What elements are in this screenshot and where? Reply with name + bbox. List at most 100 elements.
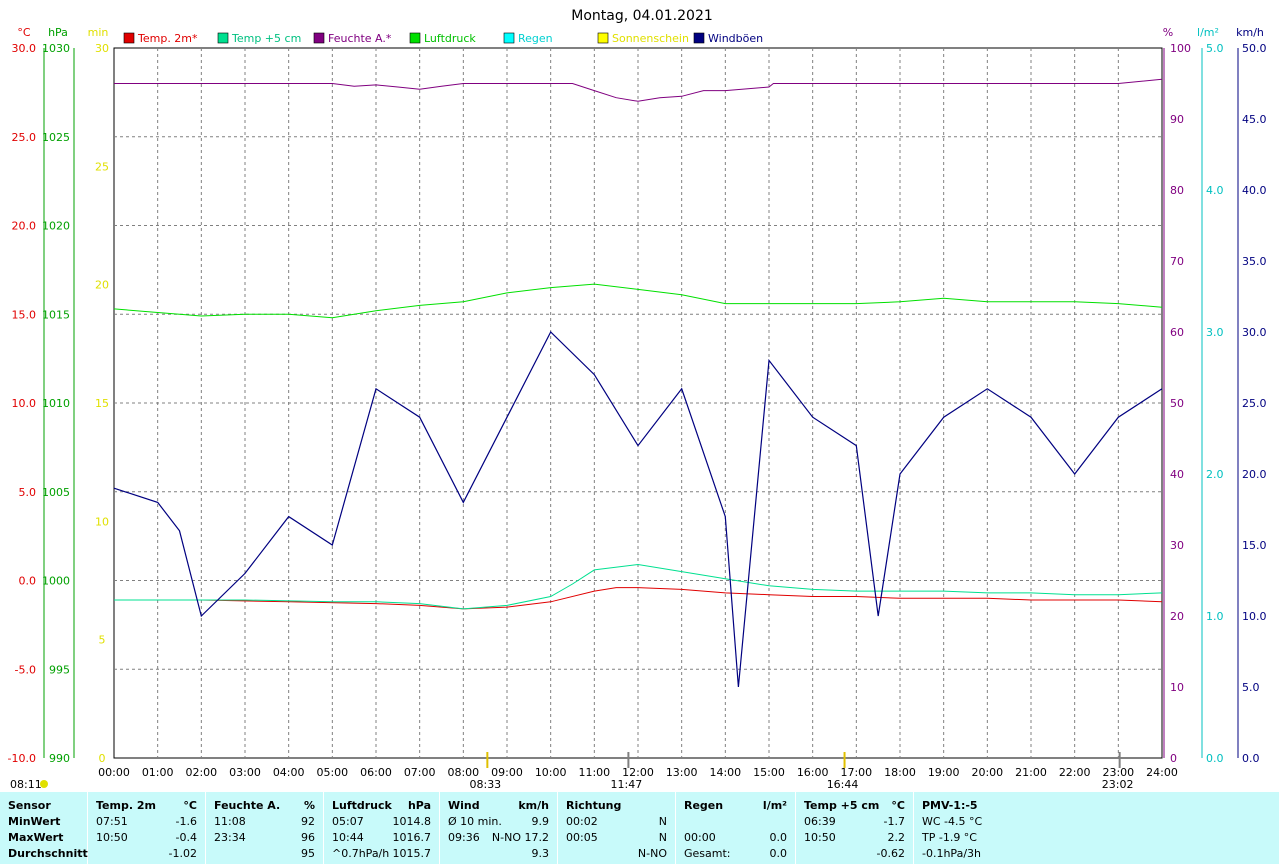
footer-value: 92: [301, 815, 315, 828]
footer-header: PMV-1:-5: [922, 799, 978, 812]
footer-header: Temp. 2m: [96, 799, 156, 812]
pressure-tick-label: 1020: [42, 220, 70, 233]
footer-unit: °C: [891, 799, 905, 812]
legend-swatch: [313, 32, 325, 44]
temp-tick-label: -5.0: [15, 663, 36, 676]
legend-label: Temp. 2m*: [137, 32, 198, 45]
footer-value: N-NO 17.2: [491, 831, 549, 844]
footer-cell: Ø 10 min.: [448, 815, 502, 828]
x-tick-label: 04:00: [273, 766, 305, 779]
footer-section: Sensor MinWert MaxWert Durchschnitt: [0, 792, 88, 864]
legend-label: Luftdruck: [424, 32, 476, 45]
footer-cell: 23:34: [214, 831, 246, 844]
rain-tick-label: 2.0: [1206, 468, 1224, 481]
x-tick-label: 16:00: [797, 766, 829, 779]
chart-title: Montag, 04.01.2021: [571, 8, 713, 24]
wind-tick-label: 20.0: [1242, 468, 1267, 481]
footer-row-label: Durchschnitt: [8, 847, 88, 860]
footer-value: -0.62: [876, 847, 905, 860]
x-tick-label: 14:00: [709, 766, 741, 779]
temp-axis-unit: °C: [17, 26, 31, 39]
temp-tick-label: 15.0: [12, 308, 37, 321]
statistics-footer: Sensor MinWert MaxWert Durchschnitt Temp. 2m…: [0, 792, 1280, 864]
wind-axis-unit: km/h: [1236, 26, 1264, 39]
time-marker-label: 23:02: [1102, 778, 1134, 791]
wind-tick-label: 25.0: [1242, 397, 1267, 410]
legend-label: Sonnenschein: [612, 32, 689, 45]
x-tick-label: 10:00: [535, 766, 567, 779]
legend-swatch: [123, 32, 135, 44]
temp-tick-label: 5.0: [19, 486, 37, 499]
footer-cell: WC -4.5 °C: [922, 815, 983, 828]
wind-tick-label: 10.0: [1242, 610, 1267, 623]
footer-header: Regen: [684, 799, 724, 812]
pressure-tick-label: 1005: [42, 486, 70, 499]
footer-value: 0.0: [769, 831, 788, 844]
footer-header: Sensor: [8, 799, 51, 812]
x-tick-label: 21:00: [1015, 766, 1047, 779]
grid: [113, 47, 1163, 759]
footer-section: Regen l/m² 00:00 0.0 Gesamt: 0.0: [676, 792, 796, 864]
pressure-tick-label: 995: [49, 663, 70, 676]
wind-tick-label: 35.0: [1242, 255, 1267, 268]
time-marker-label: 08:33: [469, 778, 501, 791]
footer-value: 9.3: [531, 847, 550, 860]
footer-header: Feuchte A.: [214, 799, 281, 812]
sunshine-tick-label: 20: [95, 279, 109, 292]
pressure-tick-label: 1015: [42, 308, 70, 321]
sunshine-tick-label: 10: [95, 515, 109, 528]
x-tick-label: 22:00: [1059, 766, 1091, 779]
x-tick-label: 15:00: [753, 766, 785, 779]
rain-tick-label: 1.0: [1206, 610, 1224, 623]
x-tick-label: 20:00: [971, 766, 1003, 779]
legend-swatch: [503, 32, 515, 44]
wind-tick-label: 45.0: [1242, 113, 1267, 126]
footer-value: N: [658, 831, 667, 844]
footer-value: -0.4: [175, 831, 197, 844]
sunshine-tick-label: 0: [99, 752, 106, 765]
footer-section: Feuchte A.% 11:08 92 23:34 96 95: [206, 792, 324, 864]
wind-tick-label: 50.0: [1242, 42, 1267, 55]
footer-cell: ^0.7hPa/h: [332, 847, 390, 860]
footer-value: 2.2: [887, 831, 906, 844]
footer-section: Luftdruck hPa 05:07 1014.8 10:44 1016.7 ^0.7hP…: [324, 792, 440, 864]
humidity-axis-unit: %: [1163, 26, 1173, 39]
legend-swatch: [693, 32, 705, 44]
humidity-tick-label: 70: [1170, 255, 1184, 268]
footer-header: Richtung: [566, 799, 622, 812]
humidity-tick-label: 10: [1170, 681, 1184, 694]
x-tick-label: 07:00: [404, 766, 436, 779]
footer-value: 96: [301, 831, 315, 844]
pressure-tick-label: 1030: [42, 42, 70, 55]
sunrise-label: 08:11: [10, 778, 42, 791]
legend-swatch: [409, 32, 421, 44]
footer-unit: °C: [183, 799, 197, 812]
wind-tick-label: 30.0: [1242, 326, 1267, 339]
weather-chart: Montag, 04.01.2021 Temp. 2m* Temp +5 cm Fe…: [8, 8, 1267, 791]
temp-tick-label: 30.0: [12, 42, 37, 55]
x-tick-label: 03:00: [229, 766, 261, 779]
footer-cell: 09:36: [448, 831, 480, 844]
wind-tick-label: 15.0: [1242, 539, 1267, 552]
footer-unit: hPa: [407, 799, 431, 812]
pressure-axis-unit: hPa: [48, 26, 68, 39]
footer-cell: 05:07: [332, 815, 364, 828]
humidity-tick-label: 20: [1170, 610, 1184, 623]
footer-unit: km/h: [518, 799, 549, 812]
pressure-tick-label: 990: [49, 752, 70, 765]
x-tick-label: 01:00: [142, 766, 174, 779]
sun-icon: [40, 780, 48, 788]
footer-value: 1016.7: [392, 831, 432, 844]
x-tick-label: 11:00: [578, 766, 610, 779]
x-tick-label: 24:00: [1146, 766, 1178, 779]
legend-label: Feuchte A.*: [328, 32, 392, 45]
temp-tick-label: 0.0: [19, 575, 37, 588]
footer-cell: -0.1hPa/3h: [922, 847, 981, 860]
footer-header: Wind: [448, 799, 480, 812]
footer-value: 0.0: [769, 847, 788, 860]
footer-unit: %: [303, 799, 315, 812]
rain-axis-unit: l/m²: [1197, 26, 1219, 39]
pressure-tick-label: 1000: [42, 575, 70, 588]
footer-value: 1015.7: [392, 847, 432, 860]
footer-value: -1.02: [168, 847, 197, 860]
